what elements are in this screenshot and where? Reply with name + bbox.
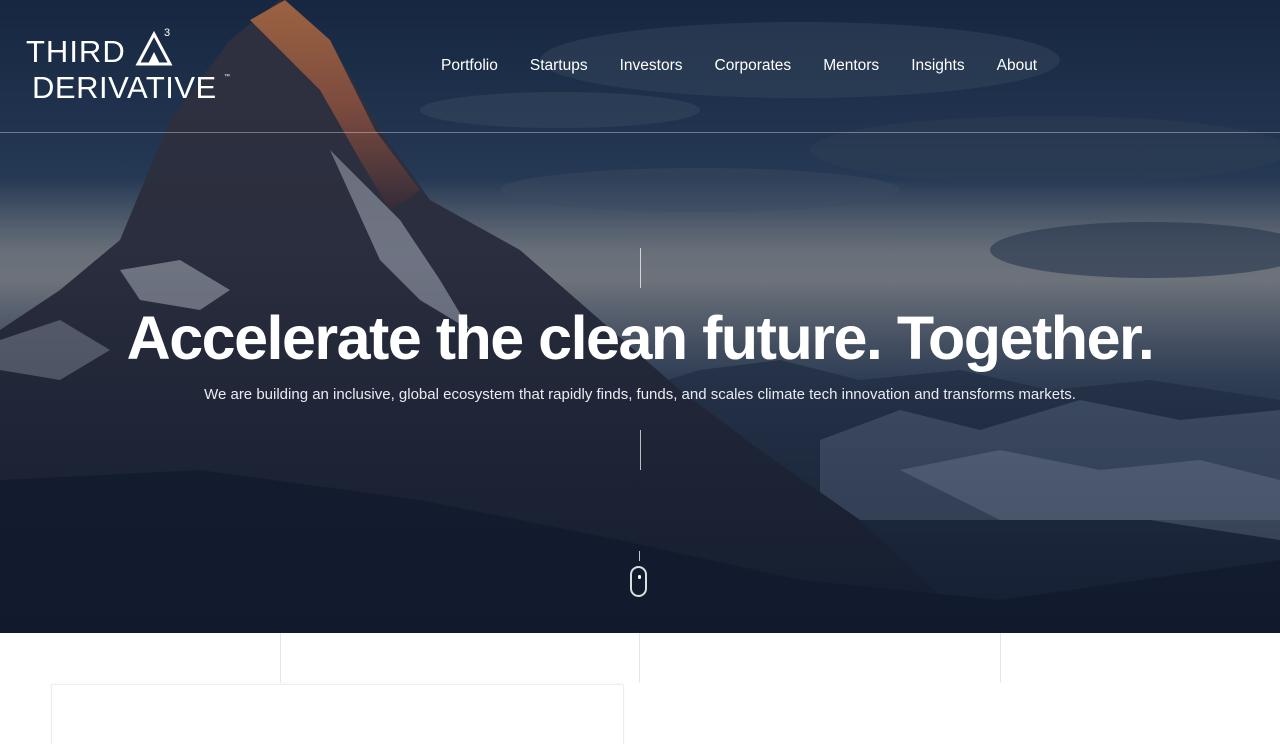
logo-trademark: ™ — [224, 74, 230, 80]
column-divider — [639, 633, 640, 683]
nav-mentors[interactable]: Mentors — [823, 56, 879, 76]
scroll-indicator-line — [639, 551, 640, 561]
column-divider — [1000, 633, 1001, 683]
hero-section: THIRD 3 DERIVATIVE ™ Portfolio Startups … — [0, 0, 1280, 633]
hero-title: Accelerate the clean future. Together. — [126, 304, 1155, 372]
site-header: THIRD 3 DERIVATIVE ™ Portfolio Startups … — [0, 0, 1280, 133]
delta-logo-icon: 3 — [135, 27, 173, 66]
logo-text-third: THIRD — [26, 34, 126, 69]
mouse-scroll-dot — [638, 575, 641, 579]
nav-about[interactable]: About — [997, 56, 1038, 76]
logo-superscript: 3 — [164, 27, 170, 39]
hero-divider-top — [640, 248, 641, 288]
column-divider — [280, 633, 281, 683]
logo-link[interactable]: THIRD 3 DERIVATIVE ™ — [26, 26, 236, 106]
main-nav: Portfolio Startups Investors Corporates … — [441, 56, 1069, 76]
hero-subtitle: We are building an inclusive, global eco… — [204, 386, 1076, 403]
content-section — [0, 633, 1280, 744]
content-card — [51, 684, 624, 744]
mouse-scroll-icon[interactable] — [630, 566, 647, 597]
nav-portfolio[interactable]: Portfolio — [441, 56, 498, 76]
logo-text-derivative: DERIVATIVE — [32, 70, 217, 105]
hero-divider-bottom — [640, 430, 641, 470]
nav-investors[interactable]: Investors — [620, 56, 683, 76]
nav-insights[interactable]: Insights — [911, 56, 964, 76]
nav-corporates[interactable]: Corporates — [715, 56, 792, 76]
nav-startups[interactable]: Startups — [530, 56, 588, 76]
